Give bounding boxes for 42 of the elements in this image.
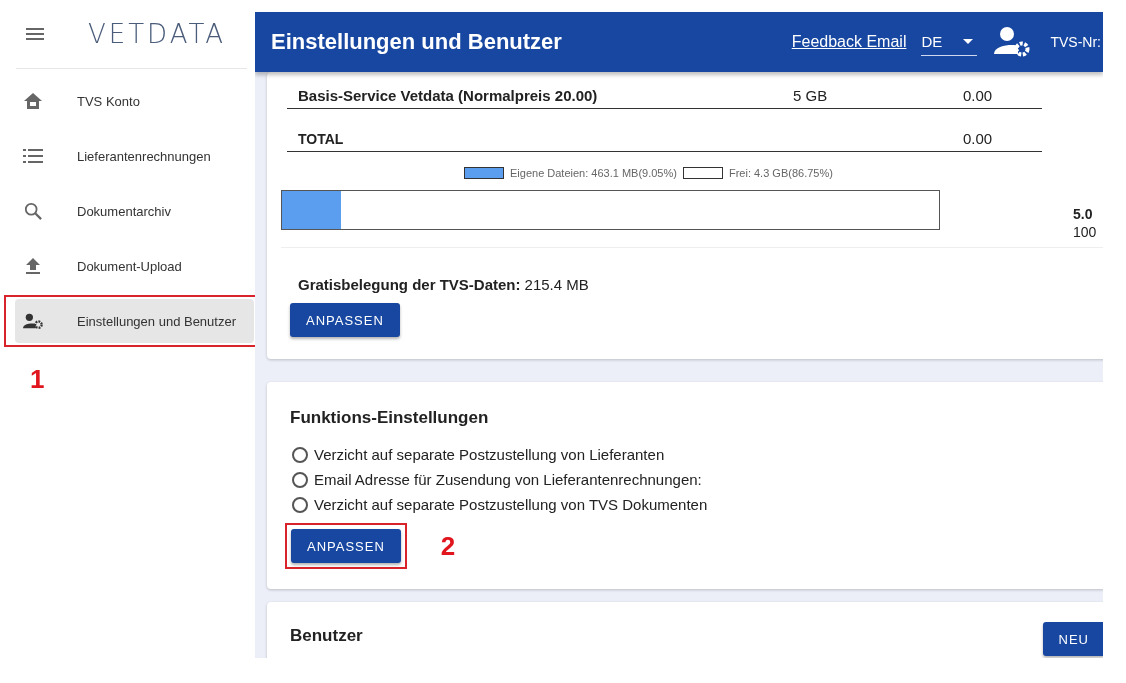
nav-item[interactable]: Einstellungen und Benutzer xyxy=(15,299,254,343)
nav-item[interactable]: Lieferantenrechnungen xyxy=(15,134,240,178)
nav-item[interactable]: Dokument-Upload xyxy=(15,244,240,288)
list-icon xyxy=(23,147,43,165)
new-button[interactable]: NEU xyxy=(1042,622,1103,656)
section-title: Benutzer xyxy=(290,626,363,646)
home-icon xyxy=(23,92,43,110)
table-cell-text: 0.00 xyxy=(962,87,993,106)
radio-button[interactable] xyxy=(292,496,308,513)
total-label: TOTAL xyxy=(297,131,345,149)
option-label: Verzicht auf separate Postzustellung von TVS Dokumenten xyxy=(314,496,708,513)
table-cell-text: 0.00 xyxy=(962,130,993,149)
radio-button[interactable] xyxy=(292,446,308,463)
feedback-link[interactable]: Feedback Email xyxy=(791,33,907,51)
menu-icon[interactable] xyxy=(26,28,44,40)
account-label: TVS-Nr: xyxy=(1050,34,1101,50)
search-icon xyxy=(23,202,43,220)
annotation-number: 2 xyxy=(440,530,456,562)
adjust-button[interactable]: ANPASSEN xyxy=(291,529,401,563)
radio-button[interactable] xyxy=(292,471,308,488)
option-label: Verzicht auf separate Postzustellung von Lieferanten xyxy=(314,446,665,463)
total-size: 5.0 xyxy=(1073,206,1094,222)
user-gear-icon[interactable] xyxy=(994,26,1031,58)
nav-item[interactable]: TVS Konto xyxy=(15,79,240,123)
adjust-button[interactable]: ANPASSEN xyxy=(290,303,400,337)
legend-label: Eigene Dateien: 463.1 MB(9.05%) xyxy=(510,167,677,179)
legend-label: Frei: 4.3 GB(86.75%) xyxy=(728,167,833,179)
section-title: Funktions-Einstellungen xyxy=(290,408,490,428)
logo: VETDATA xyxy=(88,19,227,49)
nav-item[interactable]: Dokumentarchiv xyxy=(15,189,240,233)
user-gear-icon xyxy=(23,312,43,330)
annotation-number: 1 xyxy=(30,364,46,395)
upload-icon xyxy=(23,257,43,275)
free-usage-label: Gratisbelegung der TVS-Daten: xyxy=(298,276,521,293)
option-label: Email Adresse für Zusendung von Lieferantenrechnungen: xyxy=(314,471,702,488)
free-usage-value: 215.4 MB xyxy=(524,276,589,293)
caret-icon xyxy=(963,39,974,44)
service-name: Basis-Service Vetdata (Normalpreis 20.00) xyxy=(297,87,599,106)
page-title: Einstellungen und Benutzer xyxy=(271,29,563,55)
table-cell-text: 5 GB xyxy=(792,87,829,106)
language-select[interactable]: DE xyxy=(921,28,978,56)
total-percent: 100 xyxy=(1073,224,1097,240)
